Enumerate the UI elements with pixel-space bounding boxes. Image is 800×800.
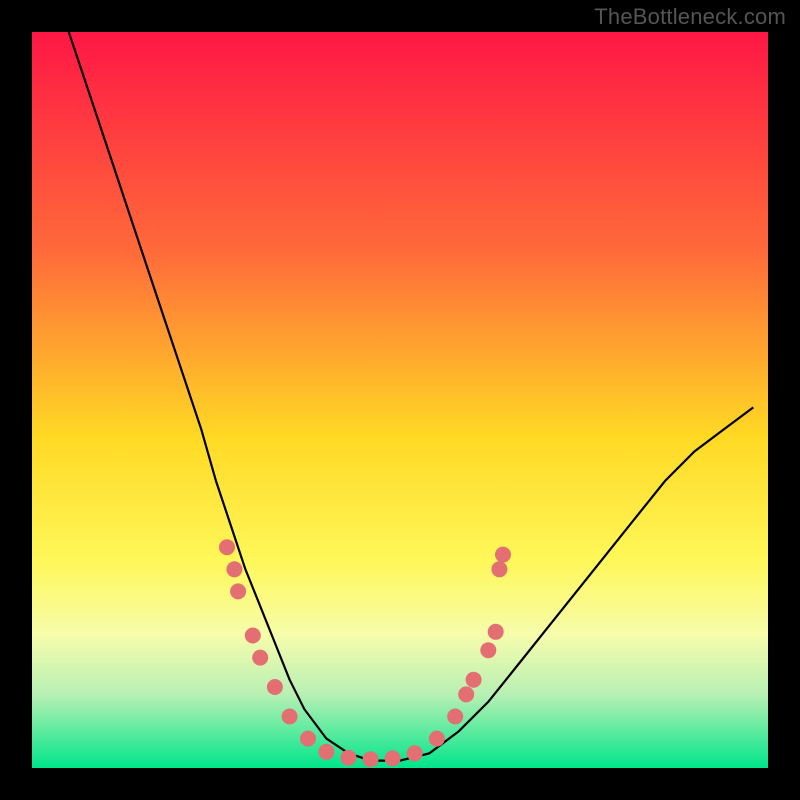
marker-dot <box>245 628 261 644</box>
marker-dot <box>226 561 242 577</box>
marker-dot <box>447 709 463 725</box>
marker-dot <box>407 745 423 761</box>
marker-dot <box>300 731 316 747</box>
marker-dot <box>385 750 401 766</box>
plot-area <box>32 32 768 768</box>
marker-dot <box>363 751 379 767</box>
marker-dot <box>480 642 496 658</box>
chart-frame <box>0 0 800 800</box>
marker-dot <box>466 672 482 688</box>
marker-dot <box>318 744 334 760</box>
marker-dot <box>282 709 298 725</box>
marker-dot <box>252 650 268 666</box>
marker-dot <box>230 583 246 599</box>
marker-dot <box>219 539 235 555</box>
chart-svg <box>0 0 800 800</box>
marker-dot <box>267 679 283 695</box>
marker-dot <box>491 561 507 577</box>
watermark-text: TheBottleneck.com <box>594 4 786 30</box>
marker-dot <box>341 750 357 766</box>
marker-dot <box>429 731 445 747</box>
marker-dot <box>458 686 474 702</box>
marker-dot <box>495 547 511 563</box>
marker-dot <box>488 624 504 640</box>
